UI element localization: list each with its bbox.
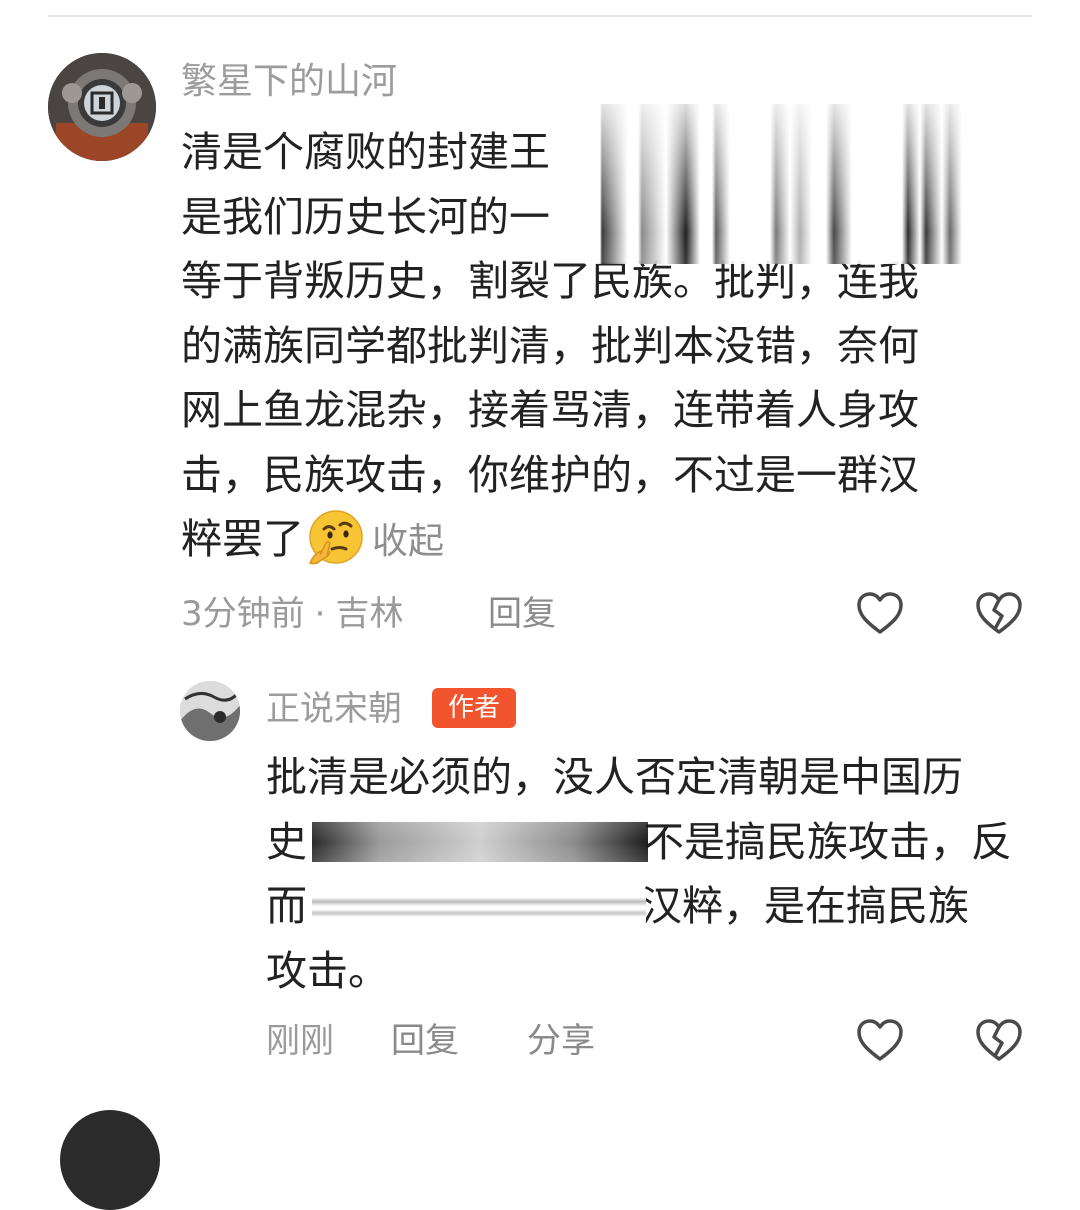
comment-last-line: 粹罢了 收起 [181, 507, 1011, 572]
redaction-bar [312, 822, 648, 862]
redaction-bar [312, 892, 646, 922]
comment-meta: 3分钟前 · 吉林 [181, 590, 403, 638]
heart-outline-icon[interactable] [855, 589, 905, 639]
author-username[interactable]: 正说宋朝 [266, 686, 402, 732]
collapse-link[interactable]: 收起 [372, 521, 444, 562]
next-comment-avatar[interactable] [60, 1110, 160, 1210]
comment-location: 吉林 [335, 594, 404, 634]
reply-line-start: 史 [266, 817, 307, 866]
reply-line: 批清是必须的，没人否定清朝是中国历 [266, 753, 963, 801]
broken-heart-outline-icon[interactable] [974, 589, 1024, 639]
reply-button[interactable]: 回复 [488, 590, 556, 638]
reply-time: 刚刚 [266, 1021, 334, 1061]
reply-line: 攻击。 [266, 946, 389, 995]
top-divider [48, 15, 1032, 17]
author-badge: 作者 [432, 688, 516, 728]
reply-line-end: 汉粹，是在搞民族 [641, 882, 969, 930]
meta-separator: · [314, 594, 326, 634]
robot-avatar-icon [48, 53, 156, 161]
comment-line: 的满族同学都批判清，批判本没错，奈何 [181, 321, 919, 370]
author-avatar[interactable] [180, 681, 240, 741]
reply-line-start: 而 [266, 882, 307, 930]
reply-button[interactable]: 回复 [391, 1017, 459, 1065]
thinking-face-emoji-icon [308, 510, 363, 565]
redaction-overlay [590, 104, 1010, 264]
comment-line: 网上鱼龙混杂，接着骂清，连带着人身攻 [181, 386, 919, 434]
ink-painting-avatar-icon [180, 681, 240, 741]
commenter-username[interactable]: 繁星下的山河 [181, 58, 397, 106]
comment-time: 3分钟前 [181, 594, 305, 634]
reply-text: 批清是必须的，没人否定清朝是中国历 史 不是搞民族攻击，反 而 汉粹，是在搞民族 攻… [266, 745, 1036, 1003]
comment-line: 击，民族攻击，你维护的，不过是一群汉 [181, 450, 919, 499]
reply-line-end: 不是搞民族攻击，反 [643, 817, 1012, 866]
share-button[interactable]: 分享 [527, 1017, 595, 1065]
comment-line-text: 粹罢了 [181, 515, 304, 563]
heart-outline-icon[interactable] [855, 1016, 905, 1066]
commenter-avatar[interactable] [48, 53, 156, 161]
broken-heart-outline-icon[interactable] [974, 1016, 1024, 1066]
